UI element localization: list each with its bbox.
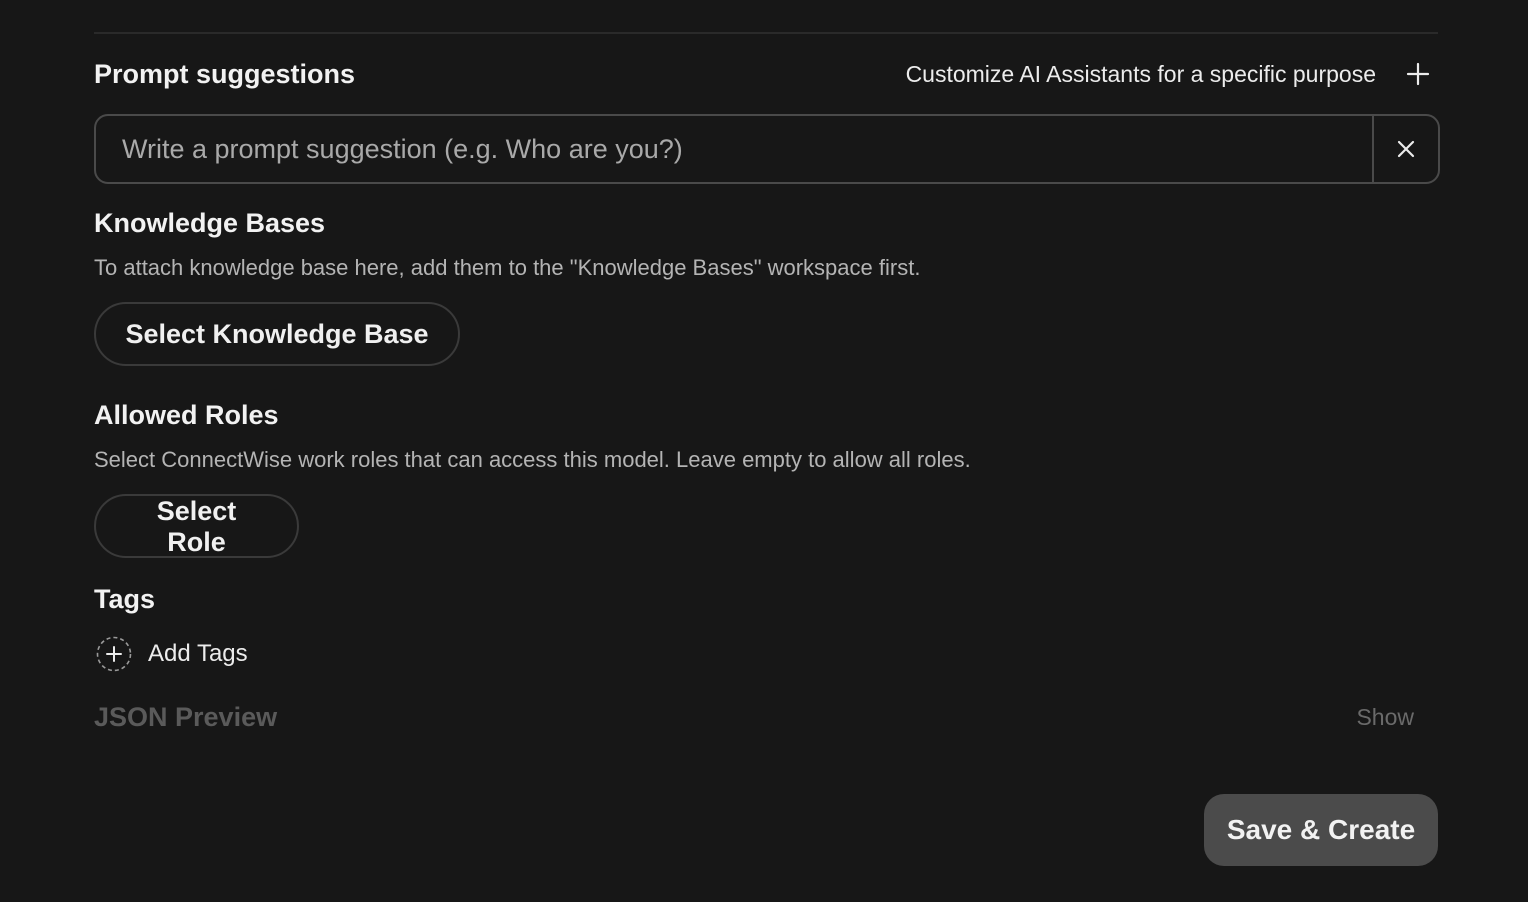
prompt-suggestions-title: Prompt suggestions <box>94 58 356 89</box>
customize-assistants-text: Customize AI Assistants for a specific p… <box>905 60 1376 87</box>
knowledge-bases-section: Knowledge Bases To attach knowledge base… <box>94 208 920 281</box>
json-preview-title: JSON Preview <box>94 702 278 732</box>
select-role-button[interactable]: Select Role <box>94 494 299 558</box>
prompt-suggestions-header: Prompt suggestions Customize AI Assistan… <box>94 52 1438 96</box>
allowed-roles-description: Select ConnectWise work roles that can a… <box>94 447 971 472</box>
prompt-suggestion-field <box>94 114 1440 184</box>
remove-prompt-suggestion-button[interactable] <box>1372 116 1438 182</box>
json-preview-row: JSON Preview Show <box>94 702 1414 733</box>
plus-icon <box>1406 62 1430 86</box>
allowed-roles-section: Allowed Roles Select ConnectWise work ro… <box>94 400 971 473</box>
prompt-suggestions-actions: Customize AI Assistants for a specific p… <box>906 54 1438 94</box>
add-tags-label: Add Tags <box>148 640 248 667</box>
close-icon <box>1397 140 1415 158</box>
select-knowledge-base-button[interactable]: Select Knowledge Base <box>94 302 460 366</box>
json-preview-toggle[interactable]: Show <box>1356 704 1414 731</box>
knowledge-bases-description: To attach knowledge base here, add them … <box>94 255 921 280</box>
section-divider <box>94 32 1438 34</box>
save-and-create-button[interactable]: Save & Create <box>1204 794 1438 866</box>
tags-section: Tags <box>94 584 155 615</box>
tags-title: Tags <box>94 584 156 614</box>
model-editor-page: Prompt suggestions Customize AI Assistan… <box>0 0 1528 902</box>
add-prompt-suggestion-button[interactable] <box>1398 54 1438 94</box>
knowledge-bases-title: Knowledge Bases <box>94 208 326 238</box>
add-tags-button[interactable]: Add Tags <box>96 636 248 672</box>
prompt-suggestion-input[interactable] <box>96 116 1372 182</box>
plus-circle-dashed-icon <box>96 636 132 672</box>
allowed-roles-title: Allowed Roles <box>94 400 279 430</box>
